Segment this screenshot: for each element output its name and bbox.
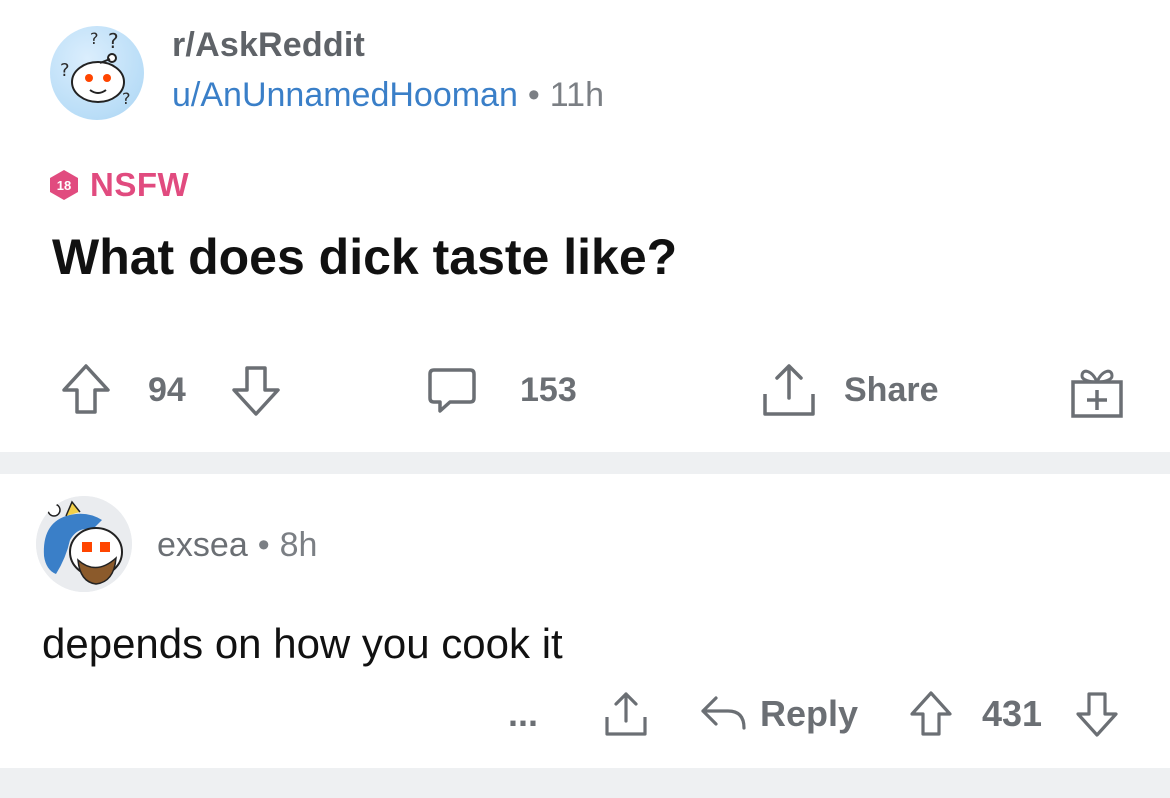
post-score: 94 [148, 355, 186, 425]
downvote-icon [230, 362, 282, 418]
post-author[interactable]: u/AnUnnamedHooman [172, 76, 518, 114]
post-author-line: u/AnUnnamedHooman • 11h [172, 76, 604, 115]
downvote-icon [1074, 689, 1120, 739]
comment-age: 8h [279, 526, 318, 564]
commenter-avatar[interactable] [36, 496, 132, 592]
share-button[interactable]: Share [760, 355, 939, 425]
subreddit-avatar[interactable]: ? ? ? ? [50, 26, 144, 120]
comment-action-bar: ... Reply 431 [0, 684, 1170, 744]
share-label: Share [844, 370, 939, 409]
award-button[interactable] [1068, 355, 1126, 425]
reply-label: Reply [760, 693, 859, 734]
more-icon: ... [508, 693, 539, 734]
post-upvote-button[interactable] [60, 355, 112, 425]
svg-text:?: ? [90, 29, 99, 48]
meta-separator: • [257, 526, 270, 564]
award-icon [1068, 360, 1126, 420]
upvote-icon [60, 362, 112, 418]
reply-button[interactable]: Reply [698, 684, 858, 744]
comment-more-button[interactable]: ... [508, 684, 538, 744]
comment-body: depends on how you cook it [42, 620, 563, 667]
comment-upvote-button[interactable] [908, 684, 954, 744]
nsfw-badge-text: 18 [57, 178, 71, 193]
post-score-value: 94 [148, 370, 186, 409]
nsfw-tag: 18 NSFW [48, 166, 189, 204]
comment-downvote-button[interactable] [1074, 684, 1120, 744]
comment-author[interactable]: exsea [157, 526, 248, 564]
comment-icon [424, 362, 480, 418]
post-age: 11h [549, 76, 605, 114]
comment-score: 431 [982, 684, 1042, 744]
comment-score-value: 431 [982, 693, 1043, 734]
comment-share-button[interactable] [602, 684, 650, 744]
subreddit-name[interactable]: r/AskReddit [172, 26, 365, 65]
reply-icon [698, 692, 748, 736]
post-title[interactable]: What does dick taste like? [52, 228, 677, 286]
svg-text:?: ? [60, 60, 70, 81]
post-downvote-button[interactable] [230, 355, 282, 425]
share-icon [760, 360, 818, 420]
post-action-bar: 94 153 Share [0, 355, 1170, 425]
share-icon [602, 689, 650, 739]
svg-text:?: ? [108, 29, 119, 53]
comments-button[interactable]: 153 [424, 355, 577, 425]
section-divider [0, 452, 1170, 474]
nsfw-label: NSFW [90, 166, 190, 203]
comment-count: 153 [520, 370, 577, 409]
comment-meta: exsea • 8h [157, 526, 317, 565]
upvote-icon [908, 689, 954, 739]
bottom-divider [0, 768, 1170, 798]
svg-text:?: ? [122, 89, 131, 108]
meta-separator: • [527, 76, 540, 114]
post-card: ? ? ? ? r/AskReddit u/AnUnnamedHooman • 11… [0, 0, 1170, 452]
nsfw-badge-icon: 18 [50, 170, 78, 200]
